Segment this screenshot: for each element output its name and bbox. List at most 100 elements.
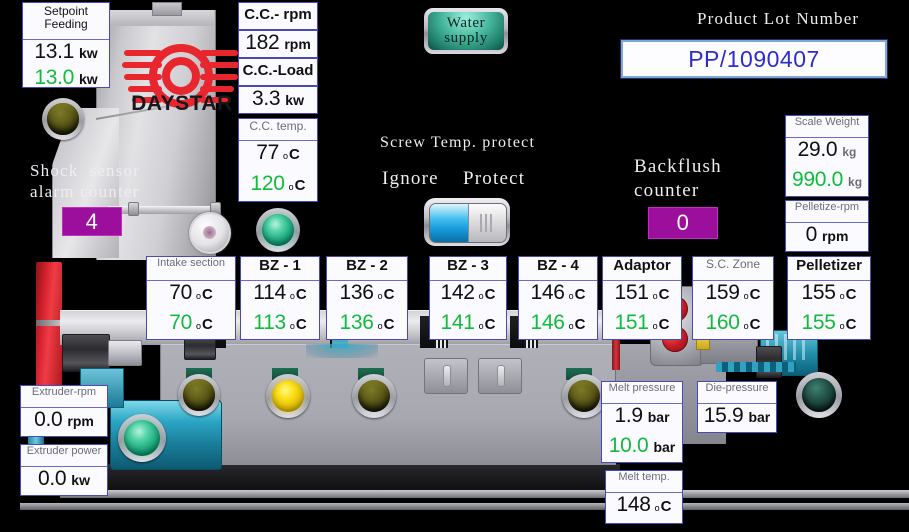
backflush-counter[interactable]: 0 (648, 207, 718, 239)
bz1-lamp[interactable] (266, 374, 310, 418)
extruder-rpm-panel[interactable]: Extruder-rpm 0.0 rpm (20, 385, 108, 437)
temp-zone-actual-unit: C (484, 286, 496, 303)
setpoint-feeding-actual-unit: kw (79, 45, 98, 61)
temp-zone-title: S.C. Zone (693, 257, 773, 281)
temp-zone-actual-row: 136 o C (327, 281, 407, 311)
pelletizer-lamp-bulb (801, 377, 837, 413)
temp-zone-actual-row: 114 o C (241, 281, 319, 311)
scale-weight-setpoint-row: 990.0 kg (786, 168, 868, 198)
melt-pressure-actual-row: 1.9 bar (602, 404, 682, 434)
melt-pressure-actual-unit: bar (647, 409, 670, 425)
brand-name: DAYSTAR (131, 92, 233, 115)
temp-zone-actual: 146 (530, 281, 565, 304)
melt-pressure-panel[interactable]: Melt pressure 1.9 bar 10.0 bar (601, 381, 683, 463)
degree-icon: o (478, 321, 484, 331)
temp-zone-actual-row: 146 o C (519, 281, 597, 311)
temp-zone-title: Pelletizer (788, 257, 870, 281)
cc-load-unit: kw (285, 92, 304, 108)
intake-lamp-bulb (183, 379, 215, 411)
barrel-clamp-1 (424, 358, 468, 394)
backflush-counter-value: 0 (676, 210, 690, 235)
toggle-active-side (430, 204, 468, 242)
bz4-lamp-bulb (567, 379, 601, 413)
pressure-gauge-icon (189, 212, 231, 254)
temp-zone-setpoint-unit: C (574, 316, 586, 333)
temp-zone-setpoint-unit: C (845, 316, 857, 333)
degree-icon: o (839, 321, 845, 331)
degree-icon: o (377, 291, 383, 301)
temp-zone-setpoint: 141 (440, 311, 475, 334)
degree-icon: o (839, 291, 845, 301)
cc-load-value: 3.3 (252, 87, 281, 110)
degree-icon: o (195, 321, 201, 331)
temp-zone-setpoint-unit: C (484, 316, 496, 333)
cc-load-title: C.C.-Load (239, 59, 317, 81)
cc-temp-panel[interactable]: C.C. temp. 77 oC 120 oC (238, 118, 318, 202)
degree-icon: o (652, 321, 658, 331)
hopper-cap (152, 2, 182, 16)
extruder-power-panel[interactable]: Extruder power 0.0 kw (20, 444, 108, 496)
temp-zone-actual-unit: C (845, 286, 857, 303)
hmi-screen: DAYSTAR Setpoint Feeding 13.1 kw 13.0 kw… (0, 0, 909, 532)
extruder-rpm-unit: rpm (67, 413, 94, 429)
toggle-knob (467, 204, 506, 242)
temp-zone-panel[interactable]: Pelletizer 155 o C 155 o C (787, 256, 871, 340)
setpoint-feeding-panel[interactable]: Setpoint Feeding 13.1 kw 13.0 kw (22, 2, 110, 89)
bz2-lamp[interactable] (352, 374, 396, 418)
screw-temp-option-protect[interactable]: Protect (463, 167, 525, 191)
temp-zone-setpoint-row: 70 o C (147, 311, 235, 341)
temp-zone-setpoint-unit: C (658, 316, 670, 333)
degree-icon: o (289, 291, 295, 301)
scale-weight-actual-row: 29.0 kg (786, 138, 868, 168)
cc-temp-setpoint-row: 120 oC (250, 172, 306, 195)
temp-zone-panel[interactable]: BZ - 3 142 o C 141 o C (429, 256, 507, 340)
temp-zone-panel[interactable]: Intake section 70 o C 70 o C (146, 256, 236, 340)
temp-zone-setpoint: 70 (169, 311, 192, 334)
melt-pressure-setpoint-unit: bar (653, 439, 676, 455)
product-lot-number-field[interactable]: PP/1090407 (620, 39, 888, 79)
temp-zone-title: BZ - 2 (327, 257, 407, 281)
temp-zone-title: Intake section (147, 257, 235, 281)
intake-lamp[interactable] (178, 374, 220, 416)
die-pressure-panel[interactable]: Die-pressure 15.9 bar (697, 381, 777, 433)
pelletize-rpm-panel[interactable]: Pelletize-rpm 0 rpm (785, 200, 869, 252)
cc-lamp[interactable] (256, 208, 300, 252)
cc-rpm-title-panel: C.C.- rpm (238, 2, 318, 30)
temp-zone-actual: 155 (801, 281, 836, 304)
feeder-housing (36, 262, 62, 390)
pelletizer-lamp[interactable] (796, 372, 842, 418)
temp-zone-panel[interactable]: Adaptor 151 o C 151 o C (602, 256, 682, 340)
temp-zone-setpoint: 151 (614, 311, 649, 334)
degree-icon: o (568, 291, 574, 301)
scale-weight-setpoint: 990.0 (791, 168, 844, 191)
cc-rpm-value: 182 (245, 31, 280, 54)
scale-weight-actual-unit: kg (842, 145, 857, 159)
bz4-lamp[interactable] (562, 374, 606, 418)
melt-pressure-actual: 1.9 (614, 404, 643, 427)
feeder-lamp[interactable] (42, 98, 84, 140)
cc-rpm-value-panel[interactable]: 182 rpm (238, 30, 318, 58)
cc-load-value-panel[interactable]: 3.3 kw (238, 86, 318, 114)
screw-temp-option-ignore[interactable]: Ignore (382, 167, 439, 191)
melt-pressure-setpoint: 10.0 (608, 434, 649, 457)
scale-weight-title: Scale Weight (786, 116, 868, 138)
temp-zone-panel[interactable]: S.C. Zone 159 o C 160 o C (692, 256, 774, 340)
water-supply-button[interactable]: Water supply (424, 8, 508, 54)
setpoint-feeding-setpoint-unit: kw (79, 71, 98, 87)
melt-pressure-title: Melt pressure (602, 382, 682, 404)
die-pressure-title: Die-pressure (698, 382, 776, 404)
melt-temp-panel[interactable]: Melt temp. 148 oC (605, 470, 683, 524)
temp-zone-panel[interactable]: BZ - 1 114 o C 113 o C (240, 256, 320, 340)
extruder-lamp[interactable] (118, 414, 166, 462)
scale-weight-panel[interactable]: Scale Weight 29.0 kg 990.0 kg (785, 115, 869, 197)
screw-temp-protect-title: Screw Temp. protect (380, 134, 536, 151)
shock-sensor-label: Shock sensor alarm counter (30, 161, 141, 202)
temp-zone-panel[interactable]: BZ - 4 146 o C 146 o C (518, 256, 598, 340)
temp-zone-setpoint: 113 (253, 311, 286, 334)
temp-zone-setpoint-row: 141 o C (430, 311, 506, 341)
shock-alarm-counter[interactable]: 4 (62, 207, 122, 236)
pelletize-rpm-value: 0 (805, 223, 818, 246)
screw-temp-protect-toggle[interactable] (424, 198, 510, 246)
temp-zone-setpoint-unit: C (749, 316, 761, 333)
temp-zone-panel[interactable]: BZ - 2 136 o C 136 o C (326, 256, 408, 340)
